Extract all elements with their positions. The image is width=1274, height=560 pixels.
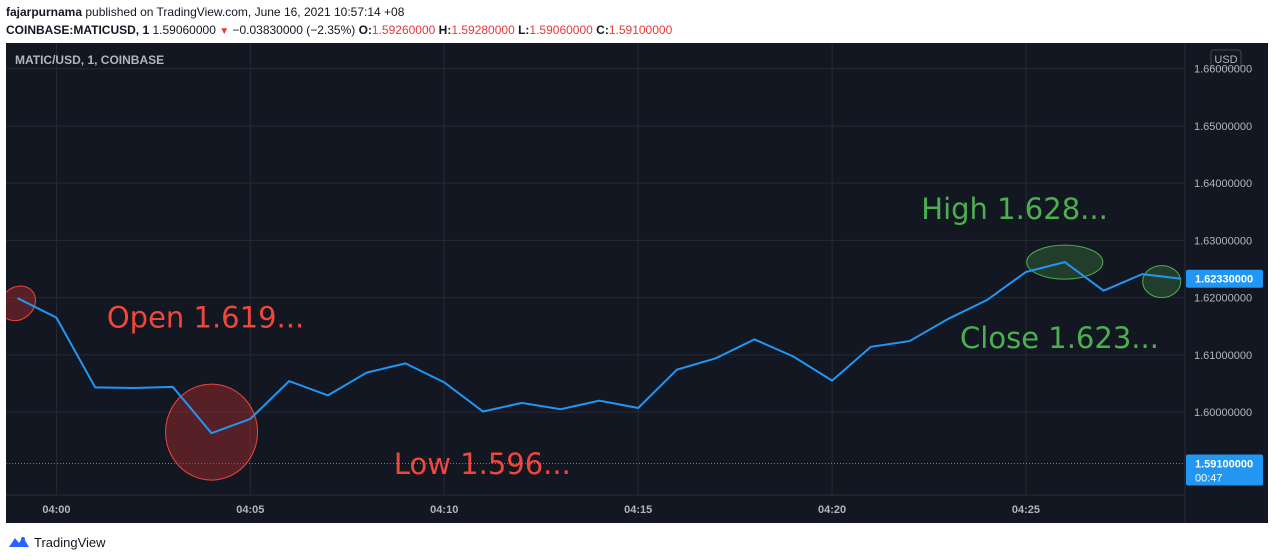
down-arrow-icon: ▼	[219, 26, 230, 37]
close-value: 1.59100000	[608, 23, 673, 37]
low-value: 1.59060000	[529, 23, 593, 37]
open-label: O:	[358, 23, 372, 37]
price-tick-label: 1.64000000	[1194, 178, 1252, 190]
open-value: 1.59260000	[371, 23, 436, 37]
publish-info: fajarpurnama published on TradingView.co…	[6, 5, 404, 19]
ohlc-summary: COINBASE:MATICUSD, 1 1.59060000 ▼ −0.038…	[6, 23, 672, 37]
last-price-label: 1.59100000	[1195, 459, 1253, 471]
time-tick-label: 04:00	[42, 504, 70, 516]
price-tick-label: 1.62000000	[1194, 293, 1252, 305]
publish-date: published on TradingView.com, June 16, 2…	[82, 5, 405, 19]
last-price: 1.59060000	[152, 23, 216, 37]
current-price-label: 1.62330000	[1195, 274, 1253, 286]
symbol-label: COINBASE:MATICUSD, 1	[6, 23, 150, 37]
time-tick-label: 04:10	[430, 504, 458, 516]
footer-branding[interactable]: TradingView	[8, 533, 106, 551]
price-change: −0.03830000 (−2.35%)	[232, 23, 356, 37]
price-tick-label: 1.66000000	[1194, 64, 1252, 76]
price-tick-label: 1.63000000	[1194, 235, 1252, 247]
author-name[interactable]: fajarpurnama	[6, 5, 82, 19]
annotation-text: Open 1.619...	[107, 300, 304, 334]
high-label: H:	[438, 23, 452, 37]
annotation-text: Close 1.623...	[960, 321, 1159, 355]
chart-title: MATIC/USD, 1, COINBASE	[15, 53, 164, 67]
high-value: 1.59280000	[451, 23, 515, 37]
price-tick-label: 1.61000000	[1194, 350, 1252, 362]
close-label: C:	[596, 23, 609, 37]
price-tick-label: 1.65000000	[1194, 121, 1252, 133]
highlight-marker	[1142, 265, 1182, 299]
time-tick-label: 04:25	[1012, 504, 1040, 516]
annotation-text: Low 1.596...	[394, 447, 571, 481]
tradingview-logo-icon	[9, 537, 29, 547]
low-label: L:	[518, 23, 530, 37]
time-tick-label: 04:20	[818, 504, 846, 516]
time-tick-label: 04:15	[624, 504, 652, 516]
annotation-text: High 1.628...	[921, 192, 1108, 226]
brand-name: TradingView	[34, 534, 106, 550]
price-chart[interactable]: MATIC/USD, 1, COINBASE USD 1.660000001.6…	[6, 43, 1268, 523]
countdown-label: 00:47	[1195, 473, 1223, 485]
price-tick-label: 1.60000000	[1194, 407, 1252, 419]
time-tick-label: 04:05	[236, 504, 264, 516]
